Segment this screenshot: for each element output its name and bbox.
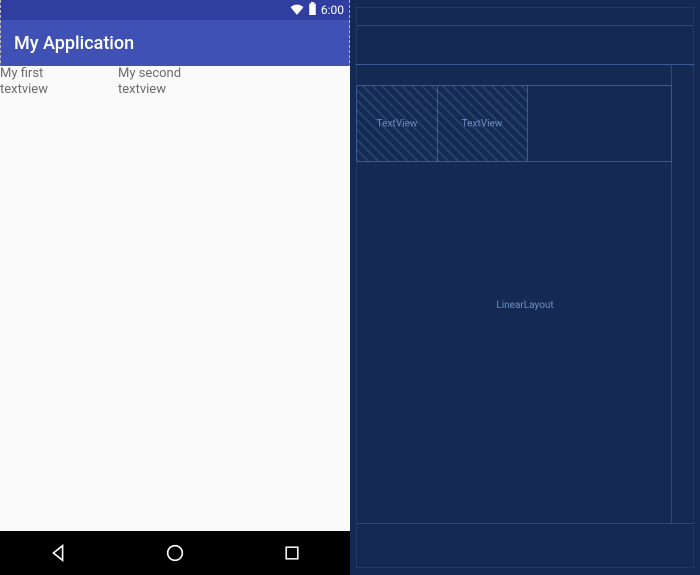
blueprint-textview-2[interactable]: TextView (437, 86, 528, 161)
blueprint-statusbar-outline (356, 7, 694, 26)
navigation-bar (0, 531, 350, 575)
textview-1: My first textview (0, 66, 118, 98)
app-title: My Application (14, 33, 134, 54)
nav-home-button[interactable] (157, 535, 193, 571)
nav-recents-button[interactable] (274, 535, 310, 571)
blueprint-navbar-outline (356, 523, 694, 568)
blueprint-linearlayout-row[interactable]: TextView TextView (356, 85, 672, 162)
status-time: 6:00 (321, 3, 344, 17)
device-preview: 6:00 My Application My first textview My… (0, 0, 350, 575)
nav-back-button[interactable] (40, 535, 76, 571)
blueprint-textview-1-label: TextView (377, 118, 418, 129)
blueprint-scroll-gutter (671, 64, 694, 524)
blueprint-textview-1[interactable]: TextView (357, 86, 438, 161)
blueprint-toolbar-divider (356, 64, 694, 65)
app-bar: My Application (0, 20, 350, 66)
blueprint-panel[interactable]: TextView TextView LinearLayout (350, 0, 700, 575)
textview-2: My second textview (118, 66, 236, 98)
wifi-icon (290, 3, 304, 18)
blueprint-textview-2-label: TextView (462, 118, 503, 129)
battery-icon (308, 2, 317, 18)
status-bar: 6:00 (0, 0, 350, 20)
content-area: My first textview My second textview (0, 66, 350, 531)
blueprint-container-label: LinearLayout (350, 300, 700, 311)
